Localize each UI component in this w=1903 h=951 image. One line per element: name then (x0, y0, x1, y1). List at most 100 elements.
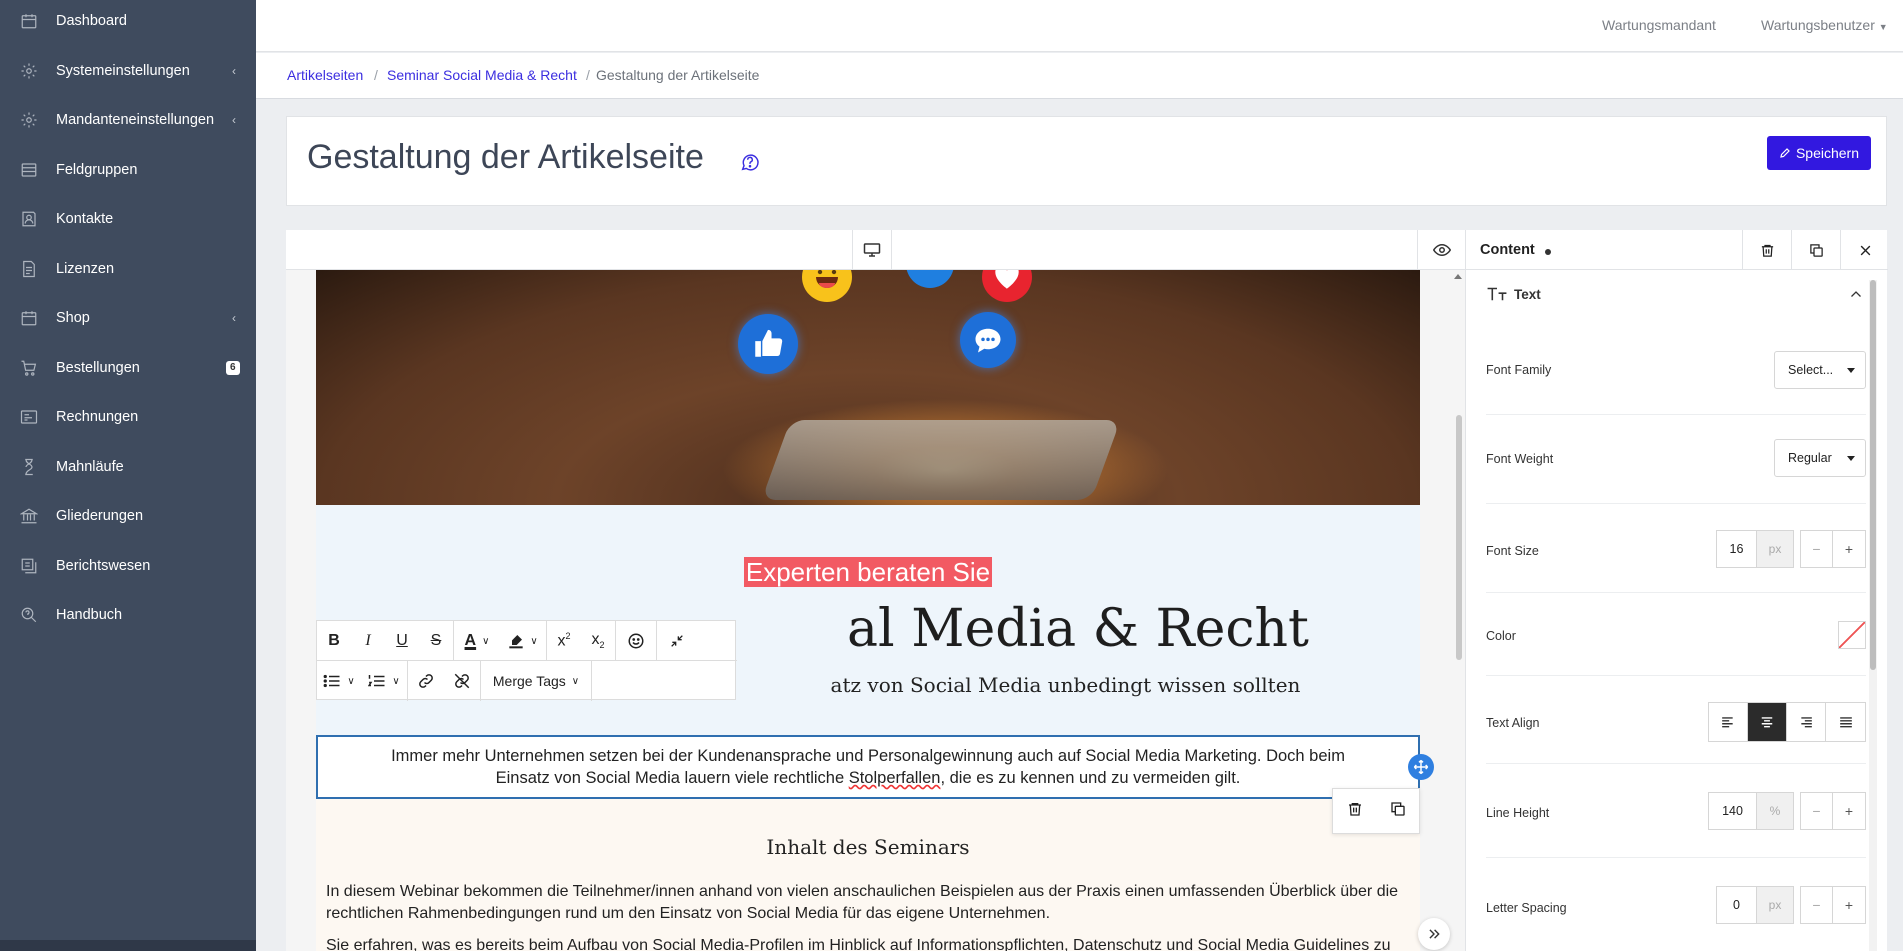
delete-block-button[interactable] (1347, 801, 1363, 822)
move-block-handle[interactable] (1408, 754, 1434, 780)
canvas-scrollbar[interactable] (1452, 270, 1465, 951)
chevron-down-icon: ∨ (571, 675, 580, 687)
line-height-input[interactable]: 140 (1708, 792, 1756, 830)
contacts-icon (22, 211, 36, 227)
misspelled-word[interactable]: Stolperfallen (849, 769, 941, 787)
strikethrough-button[interactable]: S (419, 621, 453, 661)
sidebar-item-label: Mahnläufe (56, 458, 124, 475)
align-justify-icon (1839, 717, 1852, 728)
seminar-content-section[interactable]: Inhalt des Seminars In diesem Webinar be… (316, 799, 1420, 951)
bold-button[interactable]: B (317, 621, 351, 661)
breadcrumb-link-seminar[interactable]: Seminar Social Media & Recht (387, 67, 577, 83)
duplicate-element-button[interactable] (1791, 230, 1840, 270)
bullet-list-button[interactable]: ∨ (317, 661, 361, 701)
sidebar-item-mandanteneinstellungen[interactable]: Mandanteneinstellungen ‹ (0, 102, 256, 138)
sidebar-item-kontakte[interactable]: Kontakte (0, 201, 256, 237)
properties-scrollbar-thumb[interactable] (1870, 280, 1876, 670)
sidebar-item-rechnungen[interactable]: Rechnungen (0, 399, 256, 435)
align-center-icon (1761, 717, 1773, 728)
cart-icon (21, 360, 37, 376)
thumbs-up-icon (738, 314, 798, 374)
align-right-button[interactable] (1787, 703, 1826, 741)
font-size-decrease-button[interactable]: − (1800, 530, 1833, 568)
sidebar-item-dashboard[interactable]: Dashboard (0, 3, 256, 39)
duplicate-block-button[interactable] (1390, 801, 1406, 822)
sidebar-item-berichtswesen[interactable]: Berichtswesen (0, 548, 256, 584)
font-weight-label: Font Weight (1486, 452, 1554, 466)
invoice-icon (20, 410, 38, 424)
seminar-paragraph-1[interactable]: In diesem Webinar bekommen die Teilnehme… (326, 881, 1410, 925)
chevron-down-icon: ∨ (392, 675, 400, 687)
sidebar-item-systemeinstellungen[interactable]: Systemeinstellungen ‹ (0, 53, 256, 89)
underline-button[interactable]: U (385, 621, 419, 661)
color-picker-swatch[interactable] (1838, 621, 1866, 649)
hero-image[interactable] (316, 270, 1420, 505)
italic-icon: I (365, 632, 371, 649)
breadcrumb-separator: / (586, 67, 590, 83)
numbered-list-button[interactable]: ∨ (361, 661, 407, 701)
text-color-button[interactable]: A ∨ (454, 621, 500, 661)
merge-tags-dropdown[interactable]: Merge Tags ∨ (481, 661, 591, 701)
emoji-button[interactable] (616, 621, 656, 661)
letter-spacing-increase-button[interactable]: + (1833, 886, 1866, 924)
properties-scrollbar[interactable] (1869, 280, 1877, 951)
remove-link-button[interactable] (444, 661, 480, 701)
line-height-decrease-button[interactable]: − (1800, 792, 1833, 830)
align-left-button[interactable] (1709, 703, 1748, 741)
kicker-text[interactable]: Experten beraten Sie (316, 557, 1420, 588)
design-canvas[interactable]: Experten beraten Sie al Media & Recht at… (286, 270, 1465, 951)
selected-text-line-1: Immer mehr Unternehmen setzen bei der Ku… (391, 747, 1345, 765)
collapse-panel-button[interactable] (1418, 918, 1450, 950)
heart-icon (982, 270, 1032, 302)
tenant-switcher[interactable]: Wartungsmandant (1602, 17, 1716, 33)
breadcrumb-link-artikelseiten[interactable]: Artikelseiten (287, 67, 363, 83)
superscript-button[interactable]: x2 (547, 621, 581, 661)
close-panel-button[interactable] (1840, 230, 1889, 270)
selected-text-block[interactable]: Immer mehr Unternehmen setzen bei der Ku… (316, 735, 1420, 799)
text-format-toolbar: B I U S A ∨ ∨ x2 x2 ∨ ∨ Merge Tags ∨ (316, 620, 737, 701)
canvas-scrollbar-thumb[interactable] (1456, 415, 1462, 660)
letter-spacing-input[interactable]: 0 (1716, 886, 1756, 924)
bank-icon (20, 508, 38, 524)
move-arrows-icon (1413, 759, 1429, 775)
format-toolbar-row-1: B I U S A ∨ ∨ x2 x2 (317, 621, 737, 661)
chevron-left-icon: ‹ (232, 63, 236, 78)
breadcrumb: Artikelseiten / Seminar Social Media & R… (256, 53, 1903, 99)
collapse-toolbar-button[interactable] (657, 621, 697, 661)
font-size-increase-button[interactable]: + (1833, 530, 1866, 568)
desktop-view-button[interactable] (852, 230, 892, 270)
subscript-button[interactable]: x2 (581, 621, 615, 661)
help-bubble-icon[interactable] (739, 151, 761, 173)
sidebar-item-gliederungen[interactable]: Gliederungen (0, 498, 256, 534)
superscript-icon: x2 (557, 631, 571, 650)
delete-element-button[interactable] (1742, 230, 1791, 270)
insert-link-button[interactable] (408, 661, 444, 701)
seminar-paragraph-2[interactable]: Sie erfahren, was es bereits beim Aufbau… (326, 935, 1410, 951)
sidebar-item-handbuch[interactable]: Handbuch (0, 597, 256, 633)
sidebar-item-feldgruppen[interactable]: Feldgruppen (0, 152, 256, 188)
font-weight-select[interactable]: Regular (1774, 439, 1866, 477)
letter-spacing-decrease-button[interactable]: − (1800, 886, 1833, 924)
letter-spacing-label: Letter Spacing (1486, 901, 1567, 915)
block-actions (1332, 788, 1420, 834)
sidebar-item-bestellungen[interactable]: Bestellungen 6 (0, 350, 256, 386)
align-justify-button[interactable] (1826, 703, 1865, 741)
sidebar-item-lizenzen[interactable]: Lizenzen (0, 251, 256, 287)
save-button[interactable]: Speichern (1767, 136, 1871, 170)
seminar-title[interactable]: Inhalt des Seminars (316, 835, 1420, 859)
preview-button[interactable] (1417, 230, 1465, 270)
sidebar-item-shop[interactable]: Shop ‹ (0, 300, 256, 336)
sidebar-item-mahnla-ufe[interactable]: Mahnläufe (0, 449, 256, 485)
font-size-control: 16 px − + (1716, 530, 1866, 568)
line-height-increase-button[interactable]: + (1833, 792, 1866, 830)
font-size-input[interactable]: 16 (1716, 530, 1756, 568)
caret-down-icon: ▼ (1878, 22, 1888, 32)
caret-down-icon (1847, 456, 1855, 461)
user-menu[interactable]: Wartungsbenutzer ▼ (1761, 17, 1888, 33)
text-section-header[interactable]: Text (1486, 283, 1866, 307)
calendar-icon (21, 14, 37, 29)
font-family-select[interactable]: Select... (1774, 351, 1866, 389)
highlight-color-button[interactable]: ∨ (500, 621, 546, 661)
italic-button[interactable]: I (351, 621, 385, 661)
align-center-button[interactable] (1748, 703, 1787, 741)
